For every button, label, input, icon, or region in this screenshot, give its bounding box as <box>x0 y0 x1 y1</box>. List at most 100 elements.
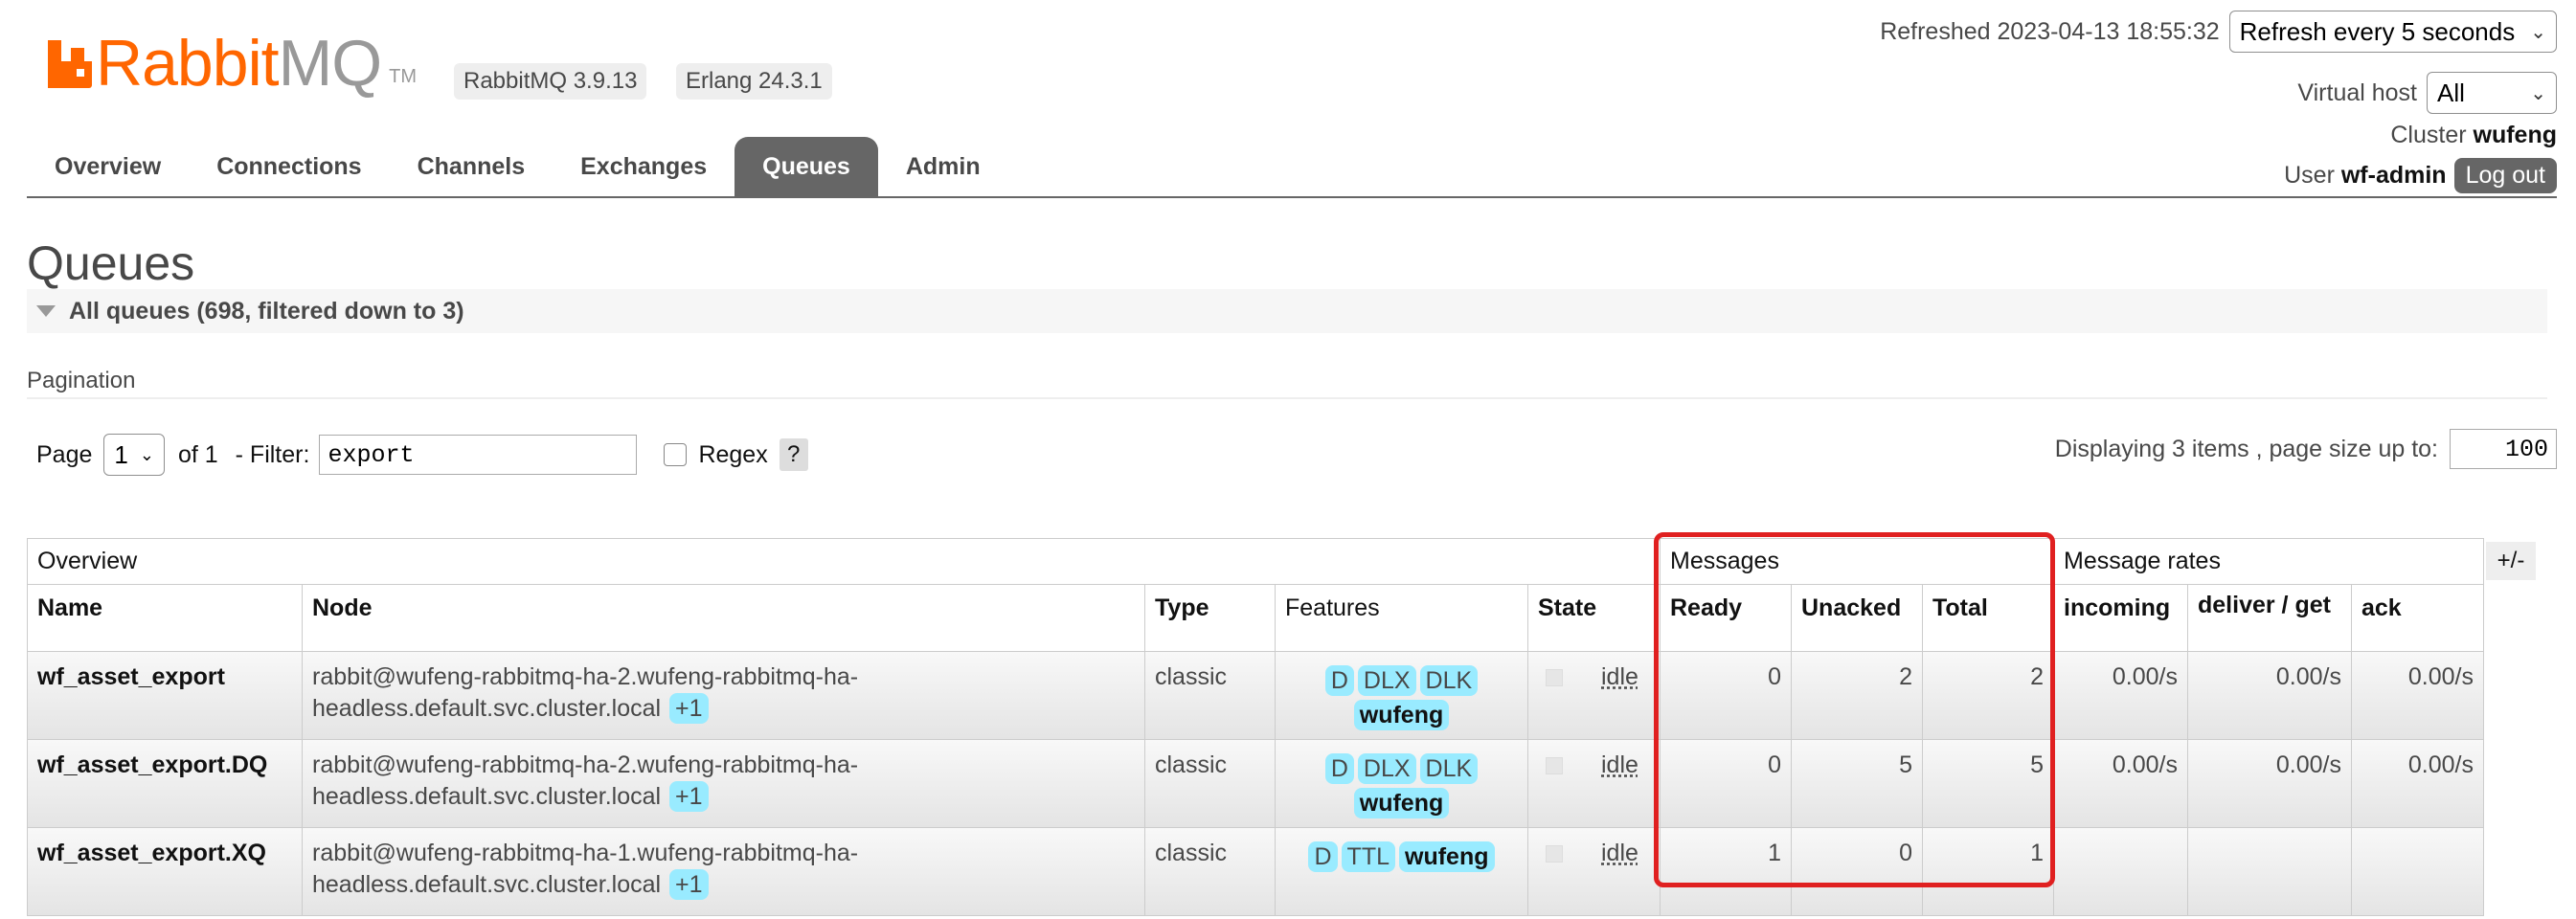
tab-channels[interactable]: Channels <box>390 137 554 196</box>
column-header-type[interactable]: Type <box>1144 584 1276 652</box>
toggle-columns-button[interactable]: +/- <box>2486 542 2536 580</box>
queue-state: idle <box>1601 840 1638 866</box>
column-header-deliver-get[interactable]: deliver / get <box>2187 584 2352 652</box>
deliver-get-rate: 0.00/s <box>2187 739 2352 828</box>
queue-name-link[interactable]: wf_asset_export.XQ <box>37 840 266 866</box>
tab-queues[interactable]: Queues <box>734 137 878 196</box>
state-indicator-icon <box>1546 757 1563 775</box>
deliver-get-rate <box>2187 827 2352 916</box>
divider <box>27 397 2547 399</box>
node-name-cont: headless.default.svc.cluster.local <box>312 871 662 898</box>
rabbitmq-logo: RabbitMQ TM <box>48 29 417 96</box>
logo-text: RabbitMQ <box>96 27 382 100</box>
policy-badge[interactable]: wufeng <box>1399 841 1495 872</box>
ack-rate: 0.00/s <box>2351 739 2484 828</box>
page-size-input[interactable] <box>2450 429 2557 469</box>
all-queues-section-toggle[interactable]: All queues (698, filtered down to 3) <box>27 289 2547 333</box>
feature-dlk-badge: DLK <box>1419 665 1479 696</box>
incoming-rate: 0.00/s <box>2053 651 2188 740</box>
column-header-unacked[interactable]: Unacked <box>1791 584 1923 652</box>
feature-dlk-badge: DLK <box>1419 753 1479 784</box>
page-select[interactable]: 1 ⌄ <box>103 434 165 476</box>
chevron-down-icon: ⌄ <box>139 444 154 464</box>
ready-count: 1 <box>1660 827 1792 916</box>
erlang-version-badge: Erlang 24.3.1 <box>676 63 832 100</box>
feature-dlx-badge: DLX <box>1357 753 1416 784</box>
column-header-state[interactable]: State <box>1527 584 1661 652</box>
tab-admin[interactable]: Admin <box>878 137 1008 196</box>
incoming-rate <box>2053 827 2188 916</box>
chevron-down-icon: ⌄ <box>2530 21 2546 43</box>
column-header-node[interactable]: Node <box>302 584 1145 652</box>
vhost-label: Virtual host <box>2297 78 2417 106</box>
total-count: 5 <box>1922 739 2054 828</box>
display-count-text: Displaying 3 items , page size up to: <box>2054 435 2438 462</box>
queue-name-link[interactable]: wf_asset_export <box>37 663 225 690</box>
filter-label: - Filter: <box>235 440 310 468</box>
message-rates-group-header: Message rates <box>2053 538 2484 585</box>
deliver-get-rate: 0.00/s <box>2187 651 2352 740</box>
node-mirror-badge: +1 <box>669 869 709 900</box>
vhost-select[interactable]: All ⌄ <box>2427 72 2557 114</box>
ack-rate: 0.00/s <box>2351 651 2484 740</box>
feature-durable-badge: D <box>1308 841 1338 872</box>
refreshed-timestamp: Refreshed 2023-04-13 18:55:32 <box>1880 17 2220 45</box>
chevron-down-icon: ⌄ <box>2530 82 2546 104</box>
queue-name-link[interactable]: wf_asset_export.DQ <box>37 751 267 778</box>
incoming-rate: 0.00/s <box>2053 739 2188 828</box>
regex-help-button[interactable]: ? <box>779 438 808 471</box>
regex-checkbox[interactable] <box>664 443 688 466</box>
node-name-cont: headless.default.svc.cluster.local <box>312 695 662 722</box>
column-header-name[interactable]: Name <box>27 584 303 652</box>
ready-count: 0 <box>1660 651 1792 740</box>
display-info: Displaying 3 items , page size up to: <box>2055 429 2557 469</box>
unacked-count: 5 <box>1791 739 1923 828</box>
page-title: Queues <box>27 236 195 290</box>
table-row: wf_asset_export.DQ rabbit@wufeng-rabbitm… <box>27 739 2484 828</box>
column-header-incoming[interactable]: incoming <box>2053 584 2188 652</box>
queue-type: classic <box>1144 739 1276 828</box>
policy-badge[interactable]: wufeng <box>1353 788 1450 818</box>
queue-type: classic <box>1144 651 1276 740</box>
collapse-triangle-icon <box>36 305 56 317</box>
feature-dlx-badge: DLX <box>1357 665 1416 696</box>
regex-label: Regex <box>698 440 768 468</box>
column-header-ack[interactable]: ack <box>2351 584 2484 652</box>
page-count: of 1 <box>177 440 218 468</box>
refresh-interval-select[interactable]: Refresh every 5 seconds ⌄ <box>2228 11 2557 53</box>
ack-rate <box>2351 827 2484 916</box>
feature-durable-badge: D <box>1324 753 1354 784</box>
filter-input[interactable] <box>319 435 638 475</box>
rabbitmq-logo-icon <box>48 40 92 88</box>
tab-exchanges[interactable]: Exchanges <box>553 137 734 196</box>
policy-badge[interactable]: wufeng <box>1353 700 1450 730</box>
node-name: rabbit@wufeng-rabbitmq-ha-2.wufeng-rabbi… <box>312 663 859 690</box>
tab-overview[interactable]: Overview <box>27 137 189 196</box>
table-row: wf_asset_export.XQ rabbit@wufeng-rabbitm… <box>27 827 2484 916</box>
node-name: rabbit@wufeng-rabbitmq-ha-1.wufeng-rabbi… <box>312 840 859 866</box>
total-count: 2 <box>1922 651 2054 740</box>
queues-table: Overview Messages Message rates Name Nod… <box>27 538 2484 916</box>
column-header-ready[interactable]: Ready <box>1660 584 1792 652</box>
overview-group-header: Overview <box>27 538 1661 585</box>
page-label: Page <box>36 440 93 468</box>
feature-ttl-badge: TTL <box>1341 841 1395 872</box>
unacked-count: 2 <box>1791 651 1923 740</box>
rabbitmq-version-badge: RabbitMQ 3.9.13 <box>454 63 647 100</box>
section-title: All queues (698, filtered down to 3) <box>69 297 464 325</box>
column-header-total[interactable]: Total <box>1922 584 2054 652</box>
unacked-count: 0 <box>1791 827 1923 916</box>
queue-state: idle <box>1601 751 1638 778</box>
queue-type: classic <box>1144 827 1276 916</box>
ready-count: 0 <box>1660 739 1792 828</box>
messages-group-header: Messages <box>1660 538 2054 585</box>
main-nav-tabs: Overview Connections Channels Exchanges … <box>27 137 2557 198</box>
pagination-heading: Pagination <box>27 368 136 393</box>
table-row: wf_asset_export rabbit@wufeng-rabbitmq-h… <box>27 651 2484 740</box>
node-mirror-badge: +1 <box>669 781 709 812</box>
filter-row: Page 1⌄ of 1 - Filter: Regex ? <box>36 434 808 476</box>
queue-state: idle <box>1601 663 1638 690</box>
column-header-features: Features <box>1275 584 1528 652</box>
logo-trademark: TM <box>389 66 417 87</box>
tab-connections[interactable]: Connections <box>189 137 389 196</box>
